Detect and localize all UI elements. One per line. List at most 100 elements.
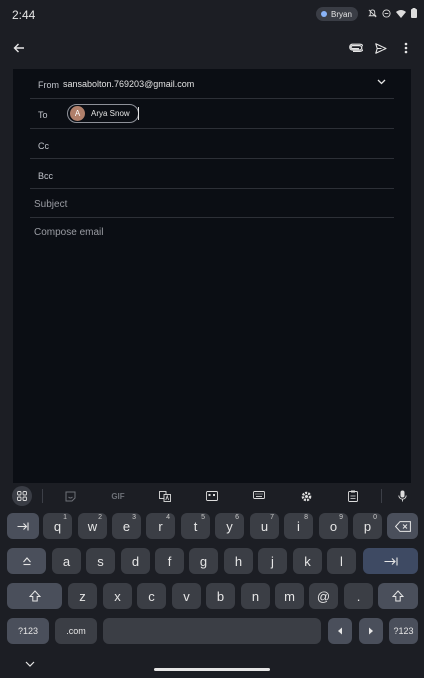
- compose-body-field[interactable]: Compose email: [34, 227, 103, 238]
- key-g[interactable]: g: [189, 548, 218, 574]
- key-u[interactable]: u7: [250, 513, 279, 539]
- compose-form: From sansabolton.769203@gmail.com To A A…: [13, 69, 411, 483]
- tab-key[interactable]: [7, 513, 39, 539]
- silent-bell-icon: [368, 8, 377, 17]
- bcc-label: Bcc: [38, 171, 54, 181]
- shift-icon: [28, 590, 41, 602]
- key-d[interactable]: d: [121, 548, 150, 574]
- send-button[interactable]: [369, 36, 393, 60]
- bcc-row[interactable]: Bcc: [30, 159, 394, 189]
- avatar: A: [70, 106, 85, 121]
- key-x[interactable]: x: [103, 583, 132, 609]
- key-p[interactable]: p0: [353, 513, 382, 539]
- to-label: To: [38, 110, 48, 120]
- key-a[interactable]: a: [52, 548, 81, 574]
- user-indicator: Bryan: [316, 7, 358, 21]
- key-t[interactable]: t5: [181, 513, 210, 539]
- translate-icon: [159, 490, 171, 502]
- cursor-left-key[interactable]: [328, 618, 352, 644]
- key-j[interactable]: j: [258, 548, 287, 574]
- status-icons: [368, 8, 417, 18]
- key-b[interactable]: b: [206, 583, 235, 609]
- key-period[interactable]: .: [344, 583, 373, 609]
- caps-lock-icon: [22, 557, 31, 566]
- settings-button[interactable]: [297, 488, 315, 504]
- key-at[interactable]: @: [309, 583, 338, 609]
- key-m[interactable]: m: [275, 583, 304, 609]
- from-label: From: [38, 80, 59, 90]
- key-r[interactable]: r4: [146, 513, 175, 539]
- key-w[interactable]: w2: [78, 513, 107, 539]
- sticker-button[interactable]: [61, 488, 79, 504]
- arrow-right-icon: [369, 627, 373, 635]
- translate-button[interactable]: [156, 488, 174, 504]
- tab-icon: [17, 522, 29, 530]
- key-e[interactable]: e3: [112, 513, 141, 539]
- key-z[interactable]: z: [68, 583, 97, 609]
- shift-key-right[interactable]: [378, 583, 418, 609]
- do-not-disturb-icon: [382, 8, 391, 18]
- key-h[interactable]: h: [224, 548, 253, 574]
- shift-key[interactable]: [7, 583, 62, 609]
- user-dot-icon: [321, 11, 327, 17]
- user-name: Bryan: [331, 9, 352, 19]
- more-vert-icon: [404, 42, 408, 54]
- subject-placeholder: Subject: [34, 199, 68, 210]
- dotcom-key[interactable]: .com: [55, 618, 97, 644]
- keyboard-toolbar: GIF: [0, 484, 424, 508]
- status-bar: 2:44 Bryan: [0, 0, 424, 28]
- text-cursor: [138, 107, 139, 120]
- backspace-key[interactable]: [387, 513, 418, 539]
- sticker-icon: [65, 491, 75, 501]
- one-handed-button[interactable]: [203, 488, 221, 504]
- cc-label: Cc: [38, 141, 49, 151]
- more-options-button[interactable]: [394, 36, 418, 60]
- recipient-chip[interactable]: A Arya Snow: [67, 104, 139, 123]
- attach-icon: [349, 43, 363, 52]
- clipboard-button[interactable]: [344, 488, 362, 504]
- key-v[interactable]: v: [172, 583, 201, 609]
- caps-lock-key[interactable]: [7, 548, 46, 574]
- from-row[interactable]: From sansabolton.769203@gmail.com: [30, 69, 394, 99]
- key-q[interactable]: q1: [43, 513, 72, 539]
- send-icon: [375, 42, 387, 54]
- cc-row[interactable]: Cc: [30, 129, 394, 159]
- attach-button[interactable]: [344, 36, 368, 60]
- back-button[interactable]: [7, 36, 31, 60]
- keyboard-layout-icon: [253, 491, 265, 499]
- next-tab-icon: [384, 557, 398, 565]
- to-row[interactable]: To A Arya Snow: [30, 99, 394, 129]
- one-handed-icon: [206, 491, 218, 501]
- apps-grid-icon: [17, 491, 27, 501]
- key-s[interactable]: s: [86, 548, 115, 574]
- key-k[interactable]: k: [293, 548, 322, 574]
- key-l[interactable]: l: [327, 548, 356, 574]
- wifi-icon: [396, 9, 406, 18]
- gif-button[interactable]: GIF: [108, 488, 128, 504]
- cursor-right-key[interactable]: [359, 618, 383, 644]
- enter-key[interactable]: [363, 548, 418, 574]
- status-time: 2:44: [12, 8, 36, 22]
- shift-icon: [392, 590, 404, 602]
- from-address: sansabolton.769203@gmail.com: [63, 79, 195, 89]
- mic-icon: [397, 490, 407, 502]
- key-o[interactable]: o9: [319, 513, 348, 539]
- key-y[interactable]: y6: [215, 513, 244, 539]
- battery-icon: [411, 8, 417, 18]
- key-c[interactable]: c: [137, 583, 166, 609]
- key-i[interactable]: i8: [284, 513, 313, 539]
- symbols-key-right[interactable]: ?123: [389, 618, 418, 644]
- keyboard-layout-button[interactable]: [250, 488, 268, 504]
- voice-input-button[interactable]: [393, 488, 411, 504]
- subject-field[interactable]: Subject: [30, 189, 394, 218]
- home-indicator[interactable]: [154, 668, 270, 671]
- key-f[interactable]: f: [155, 548, 184, 574]
- back-arrow-icon: [13, 43, 24, 53]
- symbols-key[interactable]: ?123: [7, 618, 49, 644]
- apps-grid-button[interactable]: [12, 486, 32, 506]
- space-bar[interactable]: [103, 618, 321, 644]
- hide-keyboard-chevron-icon[interactable]: [25, 661, 35, 667]
- key-n[interactable]: n: [241, 583, 270, 609]
- chevron-down-icon[interactable]: [377, 79, 386, 85]
- toolbar-divider: [381, 489, 382, 503]
